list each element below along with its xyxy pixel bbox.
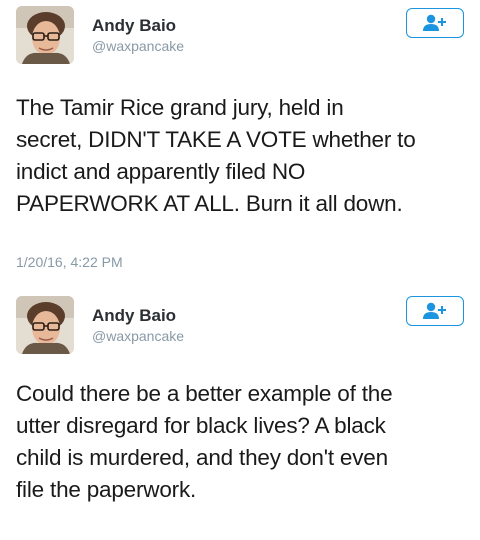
avatar[interactable]	[16, 296, 74, 354]
author-info: Andy Baio @waxpancake	[92, 16, 184, 55]
avatar-image	[16, 6, 74, 64]
avatar-image	[16, 296, 74, 354]
author-handle[interactable]: @waxpancake	[92, 327, 184, 345]
tweet-text: Could there be a better example of the u…	[16, 381, 393, 502]
tweet: Andy Baio @waxpancake Could there be a b…	[0, 290, 480, 540]
add-user-icon	[423, 302, 446, 319]
author-info: Andy Baio @waxpancake	[92, 306, 184, 345]
author-handle[interactable]: @waxpancake	[92, 37, 184, 55]
author-name[interactable]: Andy Baio	[92, 16, 184, 36]
follow-button[interactable]	[406, 8, 464, 38]
author-name[interactable]: Andy Baio	[92, 306, 184, 326]
follow-button[interactable]	[406, 296, 464, 326]
avatar[interactable]	[16, 6, 74, 64]
add-user-icon	[423, 14, 446, 31]
tweet: Andy Baio @waxpancake The Tamir Rice gra…	[0, 0, 480, 290]
tweet-text: The Tamir Rice grand jury, held in secre…	[16, 95, 416, 216]
tweet-timestamp[interactable]: 1/20/16, 4:22 PM	[16, 254, 123, 270]
